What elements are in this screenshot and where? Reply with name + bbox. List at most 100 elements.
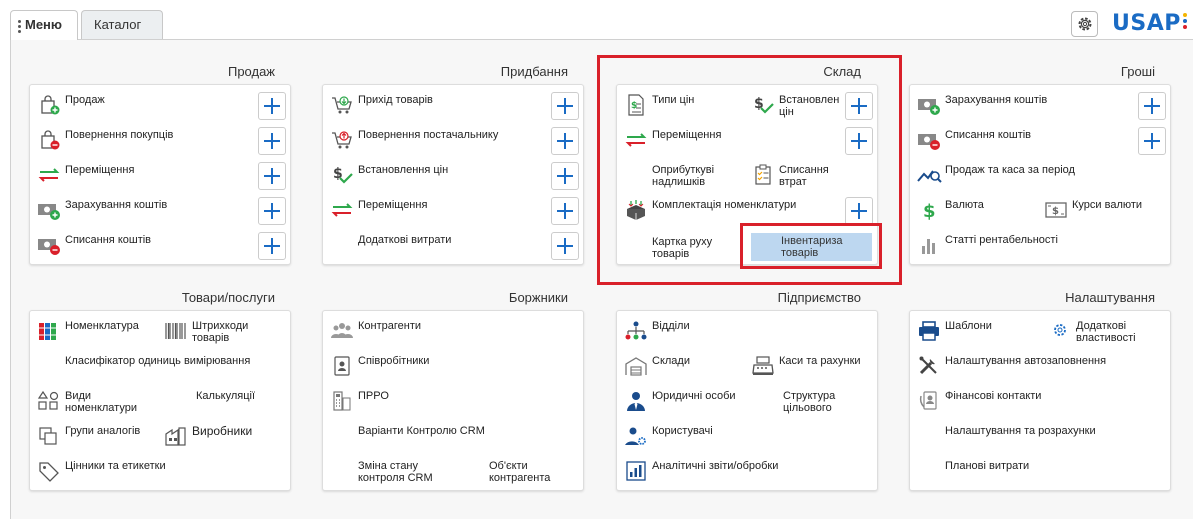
add-money-in-button[interactable] xyxy=(258,197,286,225)
tab-menu[interactable]: Меню xyxy=(10,10,78,40)
tab-divider xyxy=(10,39,1193,40)
printer-icon xyxy=(915,320,943,342)
menu-item-extra-properties[interactable]: Додаткові властивості xyxy=(1046,320,1142,344)
card-goods: Номенклатура Штрихкоди товарів Класифіка… xyxy=(29,310,291,491)
menu-item-label: Штрихкоди товарів xyxy=(192,320,249,344)
menu-item-money-in[interactable]: Зарахування коштів xyxy=(915,94,1047,116)
add-supplier-return-button[interactable] xyxy=(551,127,579,155)
banknote-icon: $ xyxy=(1042,199,1070,221)
menu-item-label: Зарахування коштів xyxy=(945,94,1048,106)
menu-item-transfer[interactable]: Переміщення xyxy=(328,199,427,221)
menu-item-crm-state-change[interactable]: Зміна стану контроля CRM xyxy=(328,460,438,484)
add-set-prices-button[interactable] xyxy=(551,162,579,190)
menu-item-prro[interactable]: ПРРО xyxy=(328,390,389,412)
transfer-arrows-icon xyxy=(35,164,63,186)
menu-item-supplier-return[interactable]: Повернення постачальнику xyxy=(328,129,498,151)
menu-item-crm-control-variants[interactable]: Варіанти Контролю CRM xyxy=(328,425,485,447)
menu-item-contractors[interactable]: Контрагенти xyxy=(328,320,421,342)
menu-item-label: Фінансові контакти xyxy=(945,390,1042,402)
add-customer-return-button[interactable] xyxy=(258,127,286,155)
menu-item-settings-calculations[interactable]: Налаштування та розрахунки xyxy=(915,425,1096,447)
add-money-in-button[interactable] xyxy=(1138,92,1166,120)
menu-item-exchange-rates[interactable]: $ Курси валюти xyxy=(1042,199,1142,221)
menu-item-units-classifier[interactable]: Класифікатор одиниць вимірювання xyxy=(35,355,250,377)
usap-logo: USAP xyxy=(1112,11,1187,36)
menu-item-analog-groups[interactable]: Групи аналогів xyxy=(35,425,140,447)
menu-item-label: Виробники xyxy=(192,424,253,438)
menu-item-label: Зарахування коштів xyxy=(65,199,168,211)
tab-catalog[interactable]: Каталог xyxy=(81,10,163,39)
menu-item-label: Переміщення xyxy=(358,199,428,211)
menu-item-customer-returns[interactable]: Повернення покупців xyxy=(35,129,173,151)
menu-item-label: Калькуляції xyxy=(196,390,256,402)
add-money-out-button[interactable] xyxy=(1138,127,1166,155)
settings-button[interactable] xyxy=(1071,11,1098,37)
add-extra-costs-button[interactable] xyxy=(551,232,579,260)
bag-minus-icon xyxy=(35,129,63,151)
tab-catalog-label: Каталог xyxy=(94,17,142,32)
menu-item-sales[interactable]: Продаж xyxy=(35,94,105,116)
menu-dots-icon xyxy=(18,20,21,35)
menu-item-profitability-items[interactable]: Статті рентабельності xyxy=(915,234,1058,256)
add-transfer-button[interactable] xyxy=(258,162,286,190)
bar-chart-icon xyxy=(915,234,943,256)
menu-item-money-in[interactable]: Зарахування коштів xyxy=(35,199,167,221)
menu-item-label: Списання коштів xyxy=(65,234,152,246)
menu-item-manufacturers[interactable]: Виробники xyxy=(162,425,252,447)
people-group-icon xyxy=(328,320,356,342)
add-transfer-button[interactable] xyxy=(551,197,579,225)
menu-item-money-out[interactable]: Списання коштів xyxy=(915,129,1031,151)
menu-item-barcodes[interactable]: Штрихкоди товарів xyxy=(162,320,254,344)
menu-item-users[interactable]: Користувачі xyxy=(622,425,713,447)
menu-item-label: Переміщення xyxy=(65,164,135,176)
menu-item-currency[interactable]: $ Валюта xyxy=(915,199,984,221)
tab-menu-label: Меню xyxy=(25,17,63,32)
menu-item-label: Контрагенти xyxy=(358,320,422,332)
menu-item-transfer[interactable]: Переміщення xyxy=(35,164,134,186)
section-title-settings: Налаштування xyxy=(1065,290,1155,305)
gear-icon xyxy=(1046,320,1074,342)
menu-item-label: Курси валюти xyxy=(1072,199,1143,211)
menu-item-warehouses[interactable]: Склади xyxy=(622,355,690,377)
menu-item-extra-costs[interactable]: Додаткові витрати xyxy=(328,234,451,256)
section-title-money: Гроші xyxy=(1120,64,1155,79)
add-money-out-button[interactable] xyxy=(258,232,286,260)
menu-item-money-out[interactable]: Списання коштів xyxy=(35,234,151,256)
add-sales-button[interactable] xyxy=(258,92,286,120)
menu-item-calculations[interactable]: Калькуляції xyxy=(166,390,255,412)
menu-item-legal-entities[interactable]: Юридичні особи xyxy=(622,390,736,412)
dollar-icon: $ xyxy=(915,199,943,221)
menu-item-label: Аналітичні звіти/обробки xyxy=(652,460,779,472)
svg-text:$: $ xyxy=(1052,206,1059,217)
menu-item-autofill-settings[interactable]: Налаштування автозаповнення xyxy=(915,355,1106,377)
menu-item-planned-costs[interactable]: Планові витрати xyxy=(915,460,1029,482)
menu-item-price-tags[interactable]: Цінники та етикетки xyxy=(35,460,166,482)
register-icon xyxy=(749,355,777,377)
cash-minus-icon xyxy=(35,234,63,256)
menu-item-analytic-reports[interactable]: Аналітичні звіти/обробки xyxy=(622,460,778,482)
menu-item-target-structure[interactable]: Структура цільового xyxy=(753,390,843,414)
menu-item-label: Додаткові властивості xyxy=(1076,320,1136,344)
menu-item-label: Об'єкти контрагента xyxy=(489,460,551,484)
section-title-enterprise: Підприємство xyxy=(777,290,861,305)
menu-item-employees[interactable]: Співробітники xyxy=(328,355,429,377)
menu-item-nomenclature[interactable]: Номенклатура xyxy=(35,320,139,342)
section-title-debtors: Боржники xyxy=(508,290,568,305)
menu-item-contractor-objects[interactable]: Об'єкти контрагента xyxy=(459,460,555,484)
menu-item-cash-accounts[interactable]: Каси та рахунки xyxy=(749,355,861,377)
menu-item-sales-cash-period[interactable]: Продаж та каса за період xyxy=(915,164,1075,186)
menu-item-set-prices[interactable]: $ Встановлення цін xyxy=(328,164,448,186)
factory-icon xyxy=(162,425,190,447)
svg-text:$: $ xyxy=(923,201,936,221)
menu-item-nomenclature-types[interactable]: Види номенклатури xyxy=(35,390,145,414)
shapes-icon xyxy=(35,390,63,412)
menu-item-templates[interactable]: Шаблони xyxy=(915,320,992,342)
menu-item-departments[interactable]: Відділи xyxy=(622,320,690,342)
cash-plus-icon xyxy=(35,199,63,221)
menu-item-label: Відділи xyxy=(652,320,690,332)
menu-item-goods-receipt[interactable]: Прихід товарів xyxy=(328,94,433,116)
menu-item-label: Структура цільового xyxy=(783,390,836,414)
menu-item-financial-contacts[interactable]: Фінансові контакти xyxy=(915,390,1041,412)
binders-icon xyxy=(35,320,63,342)
add-goods-receipt-button[interactable] xyxy=(551,92,579,120)
